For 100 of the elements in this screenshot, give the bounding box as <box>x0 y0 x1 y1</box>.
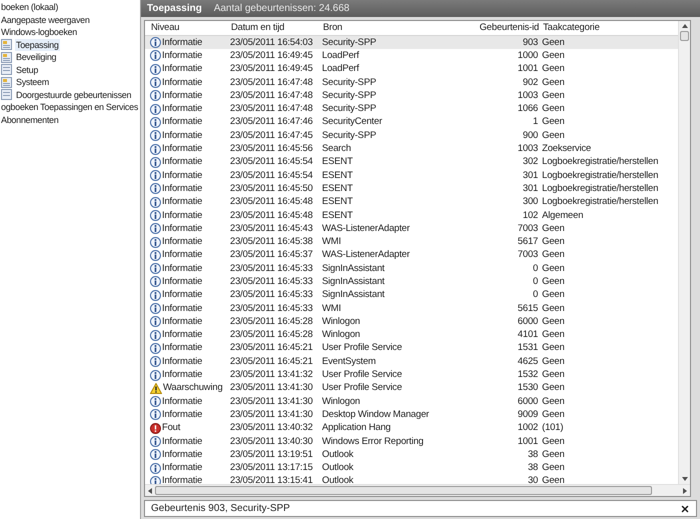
event-row[interactable]: Informatie 23/05/2011 16:45:28 Winlogon 4101 Geen <box>145 328 678 342</box>
table-cell-text: WAS-ListenerAdapter <box>322 222 411 235</box>
column-header[interactable]: Bron <box>323 21 473 36</box>
horizontal-scrollbar[interactable] <box>145 484 690 496</box>
info-icon <box>150 236 161 248</box>
event-row[interactable]: Informatie 23/05/2011 16:45:21 EventSystem 4625 Geen <box>145 355 678 368</box>
event-row[interactable]: Informatie 23/05/2011 16:47:45 Security-SPP 900 Geen <box>145 129 678 142</box>
table-cell-text: 23/05/2011 16:49:45 <box>230 50 314 62</box>
tree-item[interactable]: Doorgestuurde gebeurtenissen <box>15 88 132 101</box>
column-header[interactable]: Datum en tijd <box>231 21 323 36</box>
event-row[interactable]: Informatie 23/05/2011 16:45:48 ESENT 300 Logboekregistratie/herstellen <box>145 196 678 209</box>
event-row[interactable]: Waarschuwing 23/05/2011 13:41:30 User Profile Service 1530 Geen <box>145 382 678 396</box>
table-cell-text: 0 <box>532 262 539 275</box>
table-cell-text: Security-SPP <box>322 36 378 49</box>
table-cell-text: Outlook <box>322 475 354 484</box>
column-header[interactable]: Gebeurtenis-id <box>473 21 543 36</box>
info-icon <box>150 462 161 474</box>
table-cell-text: 23/05/2011 16:45:48 <box>230 196 314 208</box>
event-row[interactable]: Informatie 23/05/2011 16:45:56 Search 1003 Zoekservice <box>145 142 678 156</box>
event-row[interactable]: Informatie 23/05/2011 13:41:30 Winlogon 6000 Geen <box>145 395 678 408</box>
table-cell-text: Geen <box>542 50 566 62</box>
vertical-scrollbar[interactable] <box>678 21 690 484</box>
table-cell-text: 1066 <box>516 103 539 116</box>
event-row[interactable]: Informatie 23/05/2011 16:47:48 Security-SPP 902 Geen <box>145 76 678 90</box>
table-cell-text: Logboekregistratie/herstellen <box>542 170 660 182</box>
event-row[interactable]: Informatie 23/05/2011 13:15:41 Outlook 30 Geen <box>145 474 678 484</box>
close-button[interactable] <box>680 504 690 514</box>
close-icon <box>680 504 690 514</box>
tree-item[interactable]: Windows-logboeken <box>0 26 78 38</box>
table-cell-text: 23/05/2011 16:45:21 <box>230 356 314 368</box>
table-cell-text: Application Hang <box>322 422 392 434</box>
event-row[interactable]: Informatie 23/05/2011 16:49:45 LoadPerf 1000 Geen <box>145 49 678 63</box>
event-row[interactable]: Informatie 23/05/2011 16:45:48 ESENT 102 Algemeen <box>145 208 678 222</box>
table-cell: Informatie <box>162 276 202 288</box>
info-icon <box>150 330 161 341</box>
table-cell-text: 1532 <box>516 369 539 382</box>
table-cell-text: Geen <box>542 448 566 461</box>
table-cell: Informatie <box>162 396 202 408</box>
error-icon <box>150 422 161 434</box>
table-cell-text: 300 <box>522 196 539 208</box>
tree-item[interactable]: Aangepaste weergaven <box>0 14 91 26</box>
log-icon <box>1 39 12 50</box>
table-cell-text: Logboekregistratie/herstellen <box>542 182 660 195</box>
event-row[interactable]: Informatie 23/05/2011 13:40:30 Windows Error Reporting 1001 Geen <box>145 434 678 448</box>
event-row[interactable]: Informatie 23/05/2011 16:47:48 Security-SPP 1003 Geen <box>145 89 678 102</box>
event-row[interactable]: Informatie 23/05/2011 16:45:54 ESENT 301 Logboekregistratie/herstellen <box>145 168 678 182</box>
tree-item[interactable]: Toepassing <box>15 38 60 51</box>
event-row[interactable]: Informatie 23/05/2011 16:45:37 WAS-ListenerAdapter 7003 Geen <box>145 248 678 262</box>
column-header[interactable]: Niveau <box>151 21 231 36</box>
event-row[interactable]: Informatie 23/05/2011 16:49:45 LoadPerf 1001 Geen <box>145 62 678 76</box>
log-icon <box>1 89 12 100</box>
event-row[interactable]: Informatie 23/05/2011 16:54:03 Security-SPP 903 Geen <box>145 36 678 50</box>
left-arrow-icon <box>148 488 152 494</box>
event-row[interactable]: Informatie 23/05/2011 16:45:33 SignInAssistant 0 Geen <box>145 275 678 289</box>
table-cell-text: Geen <box>542 76 566 89</box>
tree-item[interactable]: boeken (lokaal) <box>0 1 60 14</box>
table-cell-text: Geen <box>542 103 566 116</box>
info-icon <box>150 37 161 48</box>
event-row[interactable]: Informatie 23/05/2011 16:45:28 Winlogon 6000 Geen <box>145 315 678 329</box>
table-cell-text: 301 <box>522 182 539 195</box>
tree-item[interactable]: Setup <box>15 64 40 76</box>
event-row[interactable]: Informatie 23/05/2011 16:45:54 ESENT 302 Logboekregistratie/herstellen <box>145 156 678 169</box>
tree-item[interactable]: Systeem <box>15 76 50 88</box>
event-row[interactable]: Informatie 23/05/2011 16:45:38 WMI 5617 Geen <box>145 235 678 249</box>
scrollbar-thumb[interactable] <box>155 486 652 495</box>
event-row[interactable]: Informatie 23/05/2011 16:45:33 SignInAssistant 0 Geen <box>145 288 678 302</box>
event-row[interactable]: Informatie 23/05/2011 16:45:33 SignInAssistant 0 Geen <box>145 262 678 276</box>
scrollbar-thumb[interactable] <box>680 31 689 41</box>
tree-item[interactable]: ogboeken Toepassingen en Services <box>0 101 140 114</box>
table-cell-text: ESENT <box>322 170 354 182</box>
details-title: Gebeurtenis 903, Security-SPP <box>151 502 290 516</box>
event-row[interactable]: Informatie 23/05/2011 16:45:43 WAS-ListenerAdapter 7003 Geen <box>145 222 678 236</box>
table-cell-text: Geen <box>542 356 566 368</box>
tree-item[interactable]: Beveiliging <box>15 51 58 64</box>
tree-item[interactable]: Abonnementen <box>0 114 60 126</box>
table-cell-text: Geen <box>542 396 566 408</box>
event-row[interactable]: Informatie 23/05/2011 16:45:50 ESENT 301 Logboekregistratie/herstellen <box>145 182 678 196</box>
event-row[interactable]: Informatie 23/05/2011 13:19:51 Outlook 38 Geen <box>145 448 678 462</box>
table-cell-text: 301 <box>522 170 539 182</box>
table-cell-text: User Profile Service <box>322 369 403 382</box>
table-cell-text: 38 <box>526 462 539 474</box>
table-cell-text: 23/05/2011 16:45:48 <box>230 210 314 222</box>
info-icon <box>150 276 161 288</box>
table-cell-text: 1001 <box>516 436 539 448</box>
event-row[interactable]: Informatie 23/05/2011 16:47:46 SecurityCenter 1 Geen <box>145 116 678 130</box>
table-cell: Informatie <box>162 63 202 76</box>
table-cell-text: 23/05/2011 16:49:45 <box>230 63 314 76</box>
right-arrow-icon <box>683 488 687 494</box>
event-row[interactable]: Informatie 23/05/2011 13:41:32 User Profile Service 1532 Geen <box>145 368 678 382</box>
table-cell-text: Geen <box>542 116 566 128</box>
event-row[interactable]: Informatie 23/05/2011 13:17:15 Outlook 38 Geen <box>145 462 678 475</box>
column-header[interactable]: Taakcategorie <box>543 21 678 36</box>
event-row[interactable]: Informatie 23/05/2011 16:45:21 User Profile Service 1531 Geen <box>145 342 678 356</box>
table-cell-text: 6000 <box>516 316 539 328</box>
event-row[interactable]: Informatie 23/05/2011 16:47:48 Security-SPP 1066 Geen <box>145 102 678 116</box>
table-cell: Waarschuwing <box>163 382 223 394</box>
table-cell-text: (101) <box>542 422 564 434</box>
event-row[interactable]: Fout 23/05/2011 13:40:32 Application Hang 1002 (101) <box>145 422 678 435</box>
event-row[interactable]: Informatie 23/05/2011 16:45:33 WMI 5615 Geen <box>145 302 678 316</box>
event-row[interactable]: Informatie 23/05/2011 13:41:30 Desktop Window Manager 9009 Geen <box>145 408 678 422</box>
